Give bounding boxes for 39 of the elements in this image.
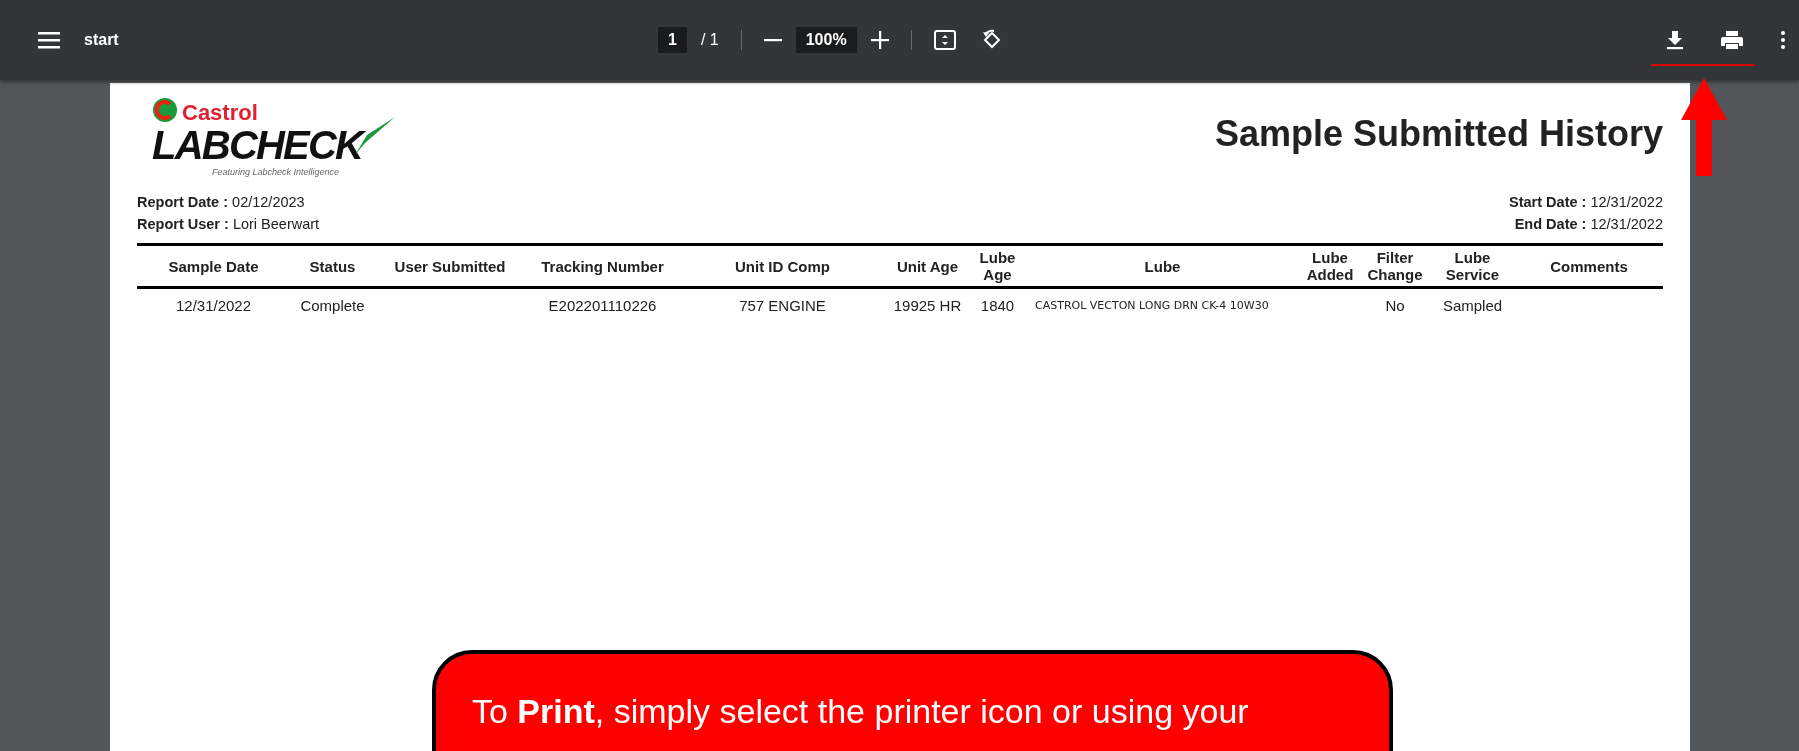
table-cell: 19925 HR <box>893 296 962 314</box>
table-cell: No <box>1385 296 1405 314</box>
callout-text: To Print, simply select the printer icon or using your <box>472 692 1249 730</box>
column-header: Lube <box>1144 257 1181 275</box>
table-cell: 1840 <box>980 296 1015 314</box>
document-title: start <box>84 31 119 49</box>
column-header: Lube Added <box>1305 249 1355 283</box>
column-header: Status <box>309 257 356 275</box>
zoom-field[interactable]: 100% <box>795 27 857 53</box>
table-cell: 12/31/2022 <box>175 296 252 314</box>
report-title: Sample Submitted History <box>1214 113 1663 155</box>
page-total: / 1 <box>700 31 719 49</box>
menu-icon[interactable] <box>38 31 60 49</box>
arrow-icon <box>1679 78 1729 176</box>
table-cell: Complete <box>300 296 365 314</box>
column-header: Tracking Number <box>541 257 664 275</box>
meta-line: Report User : Lori Beerwart <box>137 215 320 234</box>
column-header: Comments <box>1550 257 1628 275</box>
meta-line: End Date : 12/31/2022 <box>1513 215 1663 234</box>
more-icon[interactable] <box>1781 31 1785 49</box>
column-header: User Submitted <box>394 257 506 275</box>
brand-logo: Castrol LABCHECK Featuring Labcheck Intelligence <box>150 95 400 187</box>
meta-line: Start Date : 12/31/2022 <box>1509 193 1663 212</box>
column-header: Sample Date <box>168 257 259 275</box>
column-header: Unit ID Comp <box>735 257 830 275</box>
table-cell: 757 ENGINE <box>739 296 826 314</box>
column-header: Filter Change <box>1366 249 1424 283</box>
download-icon[interactable] <box>1667 30 1683 50</box>
print-icon[interactable] <box>1721 30 1743 50</box>
column-header: Unit Age <box>896 257 959 275</box>
column-header: Lube Service <box>1444 249 1501 283</box>
table-cell: E202201110226 <box>548 296 657 314</box>
table-cell: Sampled <box>1442 296 1503 314</box>
fit-page-icon[interactable] <box>933 30 956 50</box>
column-header: Lube Age <box>978 249 1017 283</box>
meta-line: Report Date : 02/12/2023 <box>137 193 306 212</box>
table-cell: CASTROL VECTON LONG DRN CK-4 10W30 <box>1035 298 1269 312</box>
zoom-in-icon[interactable] <box>870 31 889 49</box>
page-number-field[interactable]: 1 <box>658 27 687 53</box>
